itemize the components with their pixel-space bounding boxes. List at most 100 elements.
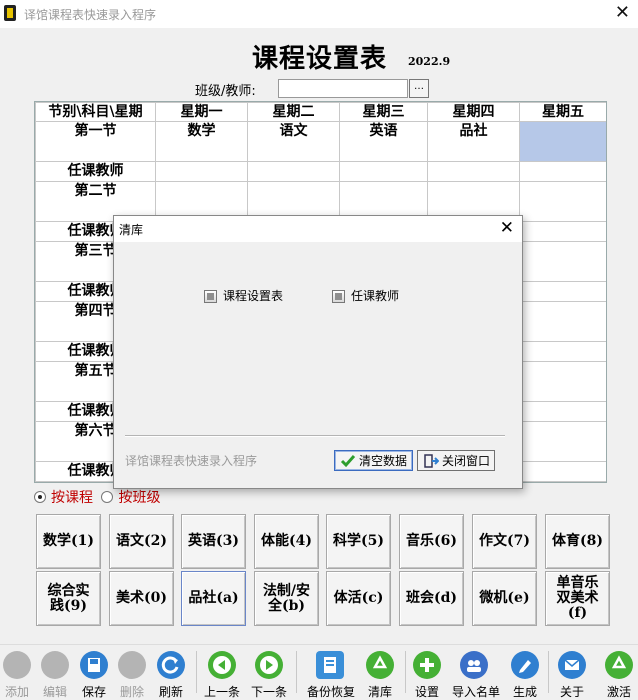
person-delete-icon [118,651,146,679]
dialog-close-icon[interactable]: ✕ [500,218,514,238]
arrow-left-icon [208,651,236,679]
header-tuesday: 星期二 [247,102,340,122]
subject-button-sports-activity[interactable]: 体活(c) [326,571,391,626]
header-thursday: 星期四 [427,102,520,122]
class-teacher-input[interactable] [278,79,408,98]
bottom-toolbar: 添加 编辑 保存 删除 刷新 上一条 下一条 备份恢复 清库 设置 导入名单 生… [0,644,638,699]
subject-button-science[interactable]: 科学(5) [326,514,391,569]
subject-button-math[interactable]: 数学(1) [36,514,101,569]
teacher-option[interactable]: 任课教师 [332,287,399,304]
settings-label: 设置 [414,685,439,699]
window-titlebar: 译馆课程表快速录入程序 ✕ [0,0,638,28]
grid-cell[interactable]: 品社 [427,121,520,162]
grid-cell-selected[interactable] [519,121,606,162]
generate-label: 生成 [512,685,537,699]
refresh-button[interactable]: 刷新 [148,645,194,699]
grid-cell[interactable] [519,281,606,302]
clear-db-button[interactable]: 清库 [357,645,403,699]
subject-button-fitness[interactable]: 体能(4) [254,514,319,569]
grid-cell[interactable] [247,161,340,182]
grid-cell[interactable] [519,161,606,182]
app-icon [4,5,16,21]
settings-add-icon [413,651,441,679]
mail-icon [558,651,586,679]
subject-button-music[interactable]: 音乐(6) [399,514,464,569]
grid-header-row: 节别\科目\星期 星期一 星期二 星期三 星期四 星期五 [35,102,606,122]
subject-button-composition[interactable]: 作文(7) [472,514,537,569]
grid-cell[interactable] [519,421,606,462]
header-monday: 星期一 [155,102,248,122]
recycle-icon [366,651,394,679]
next-button[interactable]: 下一条 [246,645,292,699]
course-table-checkbox[interactable] [204,290,217,303]
backup-restore-label: 备份恢复 [307,685,356,699]
header-friday: 星期五 [519,102,606,122]
import-list-button[interactable]: 导入名单 [451,645,501,699]
grid-cell[interactable] [519,341,606,362]
person-add-icon [3,651,31,679]
toolbar-separator [296,651,297,693]
activate-button[interactable]: 激活 [596,645,638,699]
person-edit-icon [41,651,69,679]
subject-button-chinese[interactable]: 语文(2) [109,514,174,569]
grid-cell[interactable]: 语文 [247,121,340,162]
subject-button-morality-society[interactable]: 品社(a) [181,571,246,626]
header-period-subject-weekday: 节别\科目\星期 [35,102,156,122]
subject-button-practice[interactable]: 综合实 践(9) [36,571,101,626]
grid-cell[interactable] [519,241,606,282]
grid-cell[interactable] [519,221,606,242]
class-teacher-label: 班级/教师: [195,84,256,99]
previous-button[interactable]: 上一条 [199,645,245,699]
window-close-icon[interactable]: ✕ [615,2,630,23]
subject-button-art[interactable]: 美术(0) [109,571,174,626]
dialog-titlebar: 清库 ✕ [114,216,522,242]
about-button[interactable]: 关于 [549,645,595,699]
subject-button-pe[interactable]: 体育(8) [545,514,610,569]
subject-button-music-art-alternate[interactable]: 单音乐 双美术 (f) [545,571,610,626]
dialog-title: 清库 [119,223,144,237]
grid-cell[interactable] [339,161,428,182]
generate-button[interactable]: 生成 [502,645,548,699]
backup-restore-button[interactable]: 备份恢复 [307,645,355,699]
close-window-button[interactable]: 关闭窗口 [417,450,495,471]
exit-door-icon [424,454,439,468]
import-list-label: 导入名单 [451,685,500,699]
grid-cell[interactable]: 数学 [155,121,248,162]
settings-button[interactable]: 设置 [404,645,450,699]
grid-cell[interactable]: 英语 [339,121,428,162]
grid-cell[interactable] [519,301,606,342]
grid-cell[interactable] [519,181,606,222]
subject-button-law-safety[interactable]: 法制/安 全(b) [254,571,319,626]
about-label: 关于 [559,685,584,699]
clear-db-dialog: 清库 ✕ 课程设置表 任课教师 译馆课程表快速录入程序 清空数据 关闭窗口 [113,215,523,489]
toolbar-separator [196,651,197,693]
browse-button[interactable]: … [409,79,429,98]
refresh-icon [157,651,185,679]
import-list-icon [460,651,488,679]
window-title: 译馆课程表快速录入程序 [24,8,157,22]
row-label: 任课教师 [35,161,156,182]
course-table-option[interactable]: 课程设置表 [204,287,283,304]
close-window-label: 关闭窗口 [442,454,491,468]
subject-button-class-meeting[interactable]: 班会(d) [399,571,464,626]
subject-button-panel: 数学(1) 语文(2) 英语(3) 体能(4) 科学(5) 音乐(6) 作文(7… [36,514,610,626]
save-icon [80,651,108,679]
recycle-icon [605,651,633,679]
grid-cell[interactable] [519,401,606,422]
grid-cell[interactable] [155,161,248,182]
teacher-checkbox[interactable] [332,290,345,303]
clear-db-label: 清库 [367,685,392,699]
by-course-label[interactable]: 按课程 [51,490,93,506]
grid-cell[interactable] [427,161,520,182]
by-course-radio[interactable] [34,491,46,503]
subject-button-computer[interactable]: 微机(e) [472,571,537,626]
grid-cell[interactable] [519,361,606,402]
clear-data-button[interactable]: 清空数据 [334,450,413,471]
by-class-label[interactable]: 按班级 [118,490,160,506]
subject-button-english[interactable]: 英语(3) [181,514,246,569]
previous-label: 上一条 [203,685,240,699]
grid-cell[interactable] [519,461,606,482]
clear-data-label: 清空数据 [359,454,408,468]
by-class-radio[interactable] [101,491,114,503]
teacher-option-label: 任课教师 [351,289,400,303]
